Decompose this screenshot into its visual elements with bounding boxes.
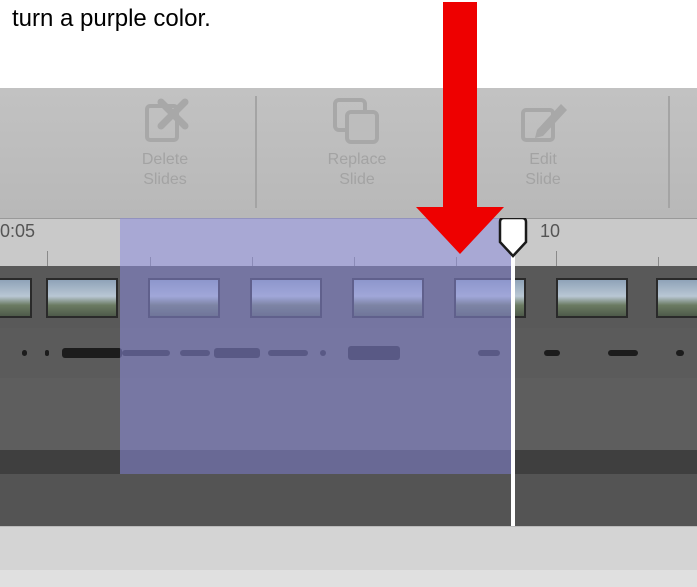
red-down-arrow-icon: [416, 2, 504, 254]
